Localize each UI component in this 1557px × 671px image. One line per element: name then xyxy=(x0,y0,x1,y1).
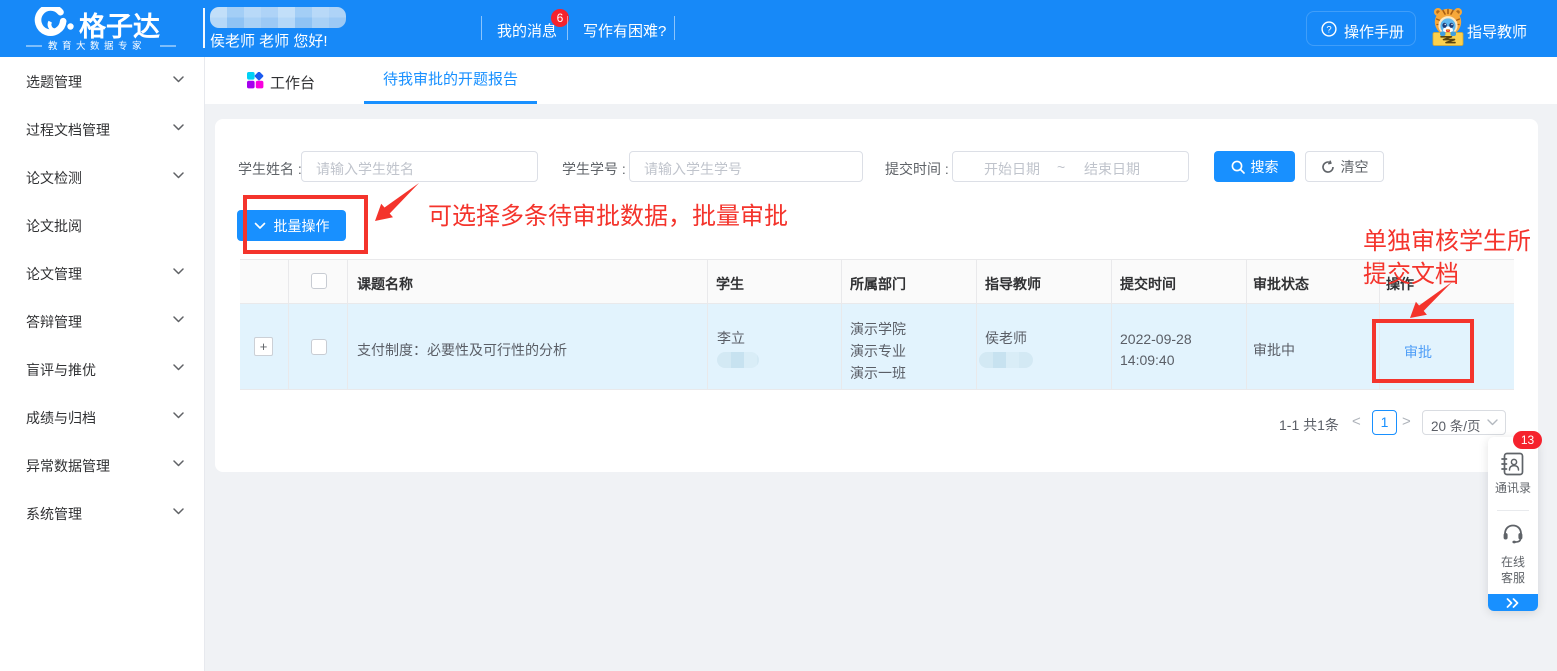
svg-text:格子达: 格子达 xyxy=(79,12,160,42)
svg-text:?: ? xyxy=(1326,24,1331,35)
svg-text:教育大数据专家: 教育大数据专家 xyxy=(48,40,146,51)
